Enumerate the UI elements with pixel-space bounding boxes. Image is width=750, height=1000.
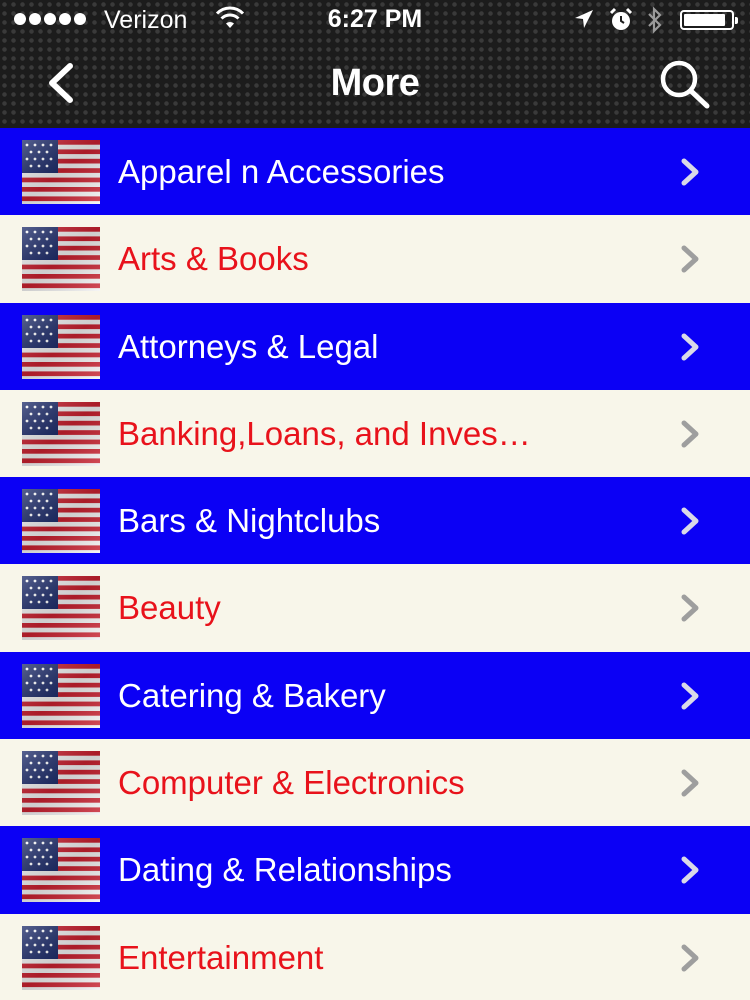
list-item-label: Attorneys & Legal — [118, 327, 379, 365]
american-flag-icon — [22, 227, 100, 292]
list-item[interactable]: Attorneys & Legal — [0, 302, 750, 390]
american-flag-icon — [22, 925, 100, 990]
status-bar: Verizon 6:27 PM — [0, 0, 750, 40]
status-time: 6:27 PM — [327, 5, 423, 33]
list-item-label: Bars & Nightclubs — [118, 502, 381, 540]
american-flag-icon — [22, 401, 100, 466]
list-item[interactable]: Apparel n Accessories — [0, 128, 750, 216]
list-item[interactable]: Catering & Bakery — [0, 651, 750, 740]
list-item-label: Beauty — [118, 589, 221, 627]
location-arrow-icon — [575, 10, 593, 28]
list-item-label: Dating & Relationships — [118, 851, 452, 889]
chevron-right-icon — [676, 854, 704, 886]
list-item[interactable]: Banking,Loans, and Inves… — [0, 389, 750, 478]
list-item-label: Arts & Books — [118, 240, 309, 278]
chevron-right-icon — [676, 505, 704, 537]
chevron-right-icon — [676, 156, 704, 188]
american-flag-icon — [22, 489, 100, 554]
american-flag-icon — [22, 140, 100, 204]
chevron-right-icon — [676, 592, 704, 624]
screen: Verizon 6:27 PM More Apparel n Accessori… — [0, 0, 750, 1000]
list-item[interactable]: Bars & Nightclubs — [0, 477, 750, 565]
page-title: More — [330, 62, 420, 104]
american-flag-icon — [22, 314, 100, 379]
chevron-right-icon — [676, 942, 704, 974]
navigation-bar: More — [0, 40, 750, 128]
category-list: Apparel n Accessories Arts & Books Attorne… — [0, 128, 750, 1000]
list-item[interactable]: Entertainment — [0, 913, 750, 1000]
top-bar: Verizon 6:27 PM More — [0, 0, 750, 128]
list-item-label: Catering & Bakery — [118, 676, 386, 714]
list-item-label: Entertainment — [118, 938, 324, 976]
search-icon[interactable] — [652, 54, 718, 114]
bluetooth-icon — [648, 6, 662, 34]
list-item-label: Apparel n Accessories — [118, 153, 445, 190]
alarm-clock-icon — [609, 7, 633, 30]
list-item[interactable]: Computer & Electronics — [0, 739, 750, 827]
american-flag-icon — [22, 576, 100, 641]
list-item[interactable]: Dating & Relationships — [0, 826, 750, 914]
chevron-right-icon — [676, 331, 704, 363]
chevron-right-icon — [676, 418, 704, 450]
american-flag-icon — [22, 751, 100, 816]
list-item-label: Banking,Loans, and Inves… — [118, 414, 531, 452]
american-flag-icon — [22, 838, 100, 903]
battery-icon — [680, 10, 738, 30]
chevron-right-icon — [676, 767, 704, 799]
american-flag-icon — [22, 663, 100, 728]
chevron-right-icon — [676, 243, 704, 275]
list-item[interactable]: Arts & Books — [0, 215, 750, 303]
list-item[interactable]: Beauty — [0, 564, 750, 652]
chevron-right-icon — [676, 680, 704, 712]
list-item-label: Computer & Electronics — [118, 764, 465, 802]
battery-fill — [684, 14, 725, 26]
